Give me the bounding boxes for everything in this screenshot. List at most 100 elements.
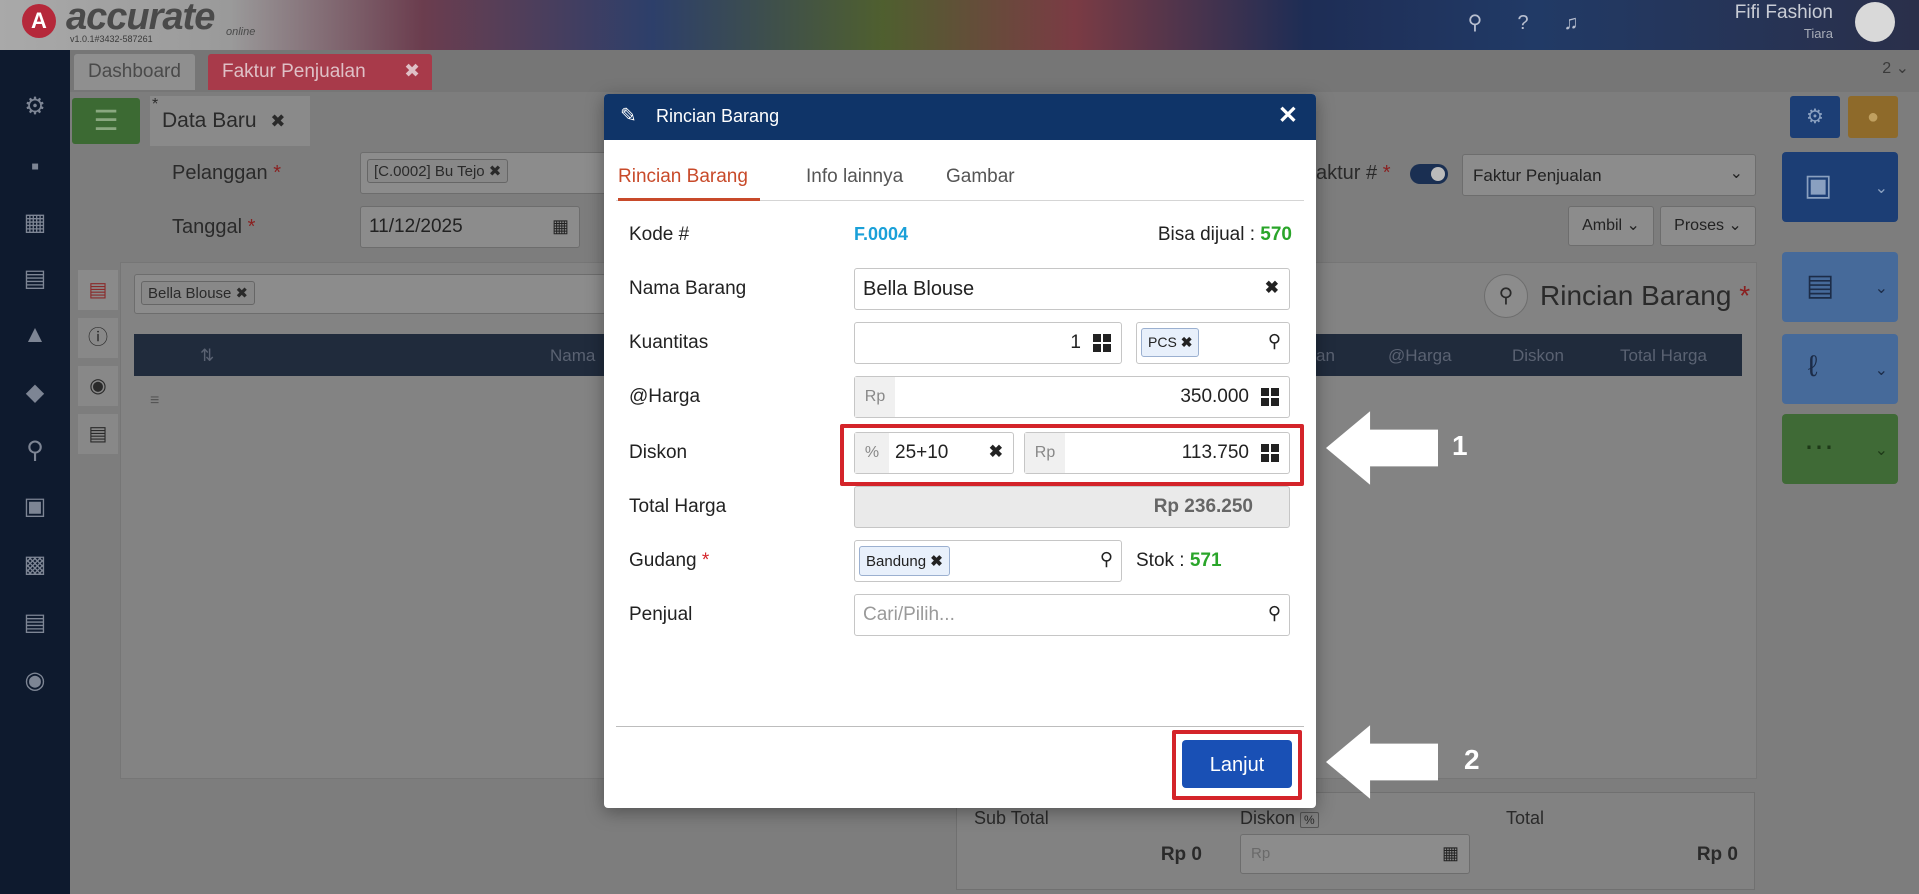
building-icon[interactable]: ▦: [18, 206, 52, 240]
calculator-icon[interactable]: [1093, 334, 1111, 352]
clear-icon[interactable]: ✖: [989, 442, 1003, 462]
subtotal-value: Rp 0: [1160, 844, 1202, 865]
cart-icon[interactable]: ⚲: [18, 434, 52, 468]
document-button[interactable]: ▤ ⌄: [1782, 252, 1898, 322]
money-bag-icon[interactable]: ◆: [18, 376, 52, 410]
user-name: Tiara: [1803, 26, 1833, 41]
tanggal-label: Tanggal *: [172, 216, 256, 238]
subtab-data-baru[interactable]: * Data Baru ✖: [150, 96, 310, 146]
total-value: Rp 0: [1696, 844, 1738, 865]
column-harga[interactable]: @Harga: [1388, 346, 1452, 366]
calendar-icon[interactable]: ▦: [552, 216, 569, 237]
attachment-button[interactable]: ℓ ⌄: [1782, 334, 1898, 404]
nama-barang-input[interactable]: Bella Blouse ✖: [854, 268, 1290, 310]
close-tab-icon[interactable]: ✖: [404, 54, 420, 90]
column-nama[interactable]: Nama: [550, 346, 595, 366]
item-chip[interactable]: Bella Blouse ✖: [141, 281, 256, 305]
pin-button[interactable]: ●: [1848, 96, 1898, 138]
diskon-rp-value: 113.750: [1181, 442, 1249, 463]
column-satuan[interactable]: an: [1316, 346, 1335, 366]
institution-icon[interactable]: ▲: [18, 318, 52, 352]
gudang-label: Gudang *: [629, 550, 710, 571]
column-diskon[interactable]: Diskon: [1512, 346, 1564, 366]
penjual-input[interactable]: Cari/Pilih... ⚲: [854, 594, 1290, 636]
document-tab-icon[interactable]: ▤: [78, 270, 118, 310]
help-icon[interactable]: ?: [1510, 10, 1536, 36]
diskon-rp-input[interactable]: Rp 113.750: [1024, 432, 1290, 474]
search-icon[interactable]: ⚲: [1268, 603, 1281, 624]
inventory-icon[interactable]: ▩: [18, 548, 52, 582]
list-menu-button[interactable]: ☰: [72, 98, 140, 144]
faktur-type-select[interactable]: Faktur Penjualan ⌄: [1462, 154, 1756, 196]
settings-button[interactable]: ⚙: [1790, 96, 1840, 138]
close-subtab-icon[interactable]: ✖: [270, 111, 285, 131]
search-icon[interactable]: ⚲: [1462, 10, 1488, 36]
calculator-icon[interactable]: [1261, 444, 1279, 462]
search-icon[interactable]: ⚲: [1100, 549, 1113, 570]
avatar[interactable]: [1855, 2, 1895, 42]
active-tab-indicator: [618, 198, 760, 201]
faktur-label: aktur # *: [1316, 162, 1391, 184]
tab-gambar[interactable]: Gambar: [946, 166, 1015, 188]
kuantitas-value: 1: [1070, 332, 1081, 353]
close-icon[interactable]: ✕: [1278, 102, 1298, 130]
search-icon[interactable]: ⚲: [1484, 274, 1528, 318]
gudang-chip[interactable]: Bandung ✖: [859, 546, 950, 576]
search-icon[interactable]: ⚲: [1268, 331, 1281, 352]
bell-icon[interactable]: ♫: [1558, 10, 1584, 36]
ambil-button[interactable]: Ambil ⌄: [1568, 206, 1654, 246]
pelanggan-label: Pelanggan *: [172, 162, 282, 184]
info-icon[interactable]: ⓘ: [78, 318, 118, 358]
penjual-label: Penjual: [629, 604, 693, 625]
subtab-label: Data Baru: [162, 109, 257, 132]
purchase-icon[interactable]: ▣: [18, 490, 52, 524]
kuantitas-label: Kuantitas: [629, 332, 709, 353]
diskon-percent-input[interactable]: % 25+10 ✖: [854, 432, 1014, 474]
report-icon[interactable]: ◉: [18, 664, 52, 698]
tab-faktur-label: Faktur Penjualan: [222, 61, 366, 82]
unit-select[interactable]: PCS ✖ ⚲: [1136, 322, 1290, 364]
kuantitas-input[interactable]: 1: [854, 322, 1122, 364]
unit-chip[interactable]: PCS ✖: [1141, 328, 1200, 357]
pelanggan-chip[interactable]: [C.0002] Bu Tejo ✖: [367, 159, 509, 183]
bank-icon[interactable]: ▪: [18, 150, 52, 184]
sort-icon[interactable]: ⇅: [200, 346, 214, 366]
save-button[interactable]: ▣ ⌄: [1782, 152, 1898, 222]
total-label: Total: [1506, 808, 1545, 828]
faktur-toggle[interactable]: [1410, 164, 1448, 184]
tab-rincian-barang[interactable]: Rincian Barang: [618, 166, 748, 188]
column-total-harga[interactable]: Total Harga: [1620, 346, 1707, 366]
calculator-icon[interactable]: ▦: [1442, 843, 1459, 864]
settings-icon[interactable]: ⚙: [18, 90, 52, 124]
harga-value: 350.000: [1180, 386, 1249, 407]
more-button[interactable]: ⋯ ⌄: [1782, 414, 1898, 484]
penjual-placeholder: Cari/Pilih...: [863, 604, 955, 625]
harga-label: @Harga: [629, 386, 701, 407]
user-lock-icon[interactable]: ◉: [78, 366, 118, 406]
tab-count[interactable]: 2 ⌄: [1882, 58, 1909, 78]
clear-icon[interactable]: ✖: [1265, 278, 1279, 298]
tab-dashboard[interactable]: Dashboard: [74, 54, 195, 90]
tax-report-icon[interactable]: ▤: [18, 606, 52, 640]
proses-button[interactable]: Proses ⌄: [1660, 206, 1756, 246]
tanggal-field[interactable]: 11/12/2025 ▦: [360, 206, 580, 248]
diskon-rp-prefix: Rp: [1025, 433, 1065, 473]
total-harga-label: Total Harga: [629, 496, 727, 517]
kode-value[interactable]: F.0004: [854, 224, 908, 245]
lanjut-button[interactable]: Lanjut: [1182, 740, 1292, 788]
row-handle-icon[interactable]: ≡: [150, 392, 159, 410]
ledger-icon[interactable]: ▤: [18, 262, 52, 296]
totals-diskon-field[interactable]: Rp ▦: [1240, 834, 1470, 874]
calculator-icon[interactable]: [1261, 388, 1279, 406]
gudang-select[interactable]: Bandung ✖ ⚲: [854, 540, 1122, 582]
tasks-icon[interactable]: ▤: [78, 414, 118, 454]
company-name[interactable]: Fifi Fashion: [1735, 2, 1833, 24]
tab-faktur-penjualan[interactable]: Faktur Penjualan ✖: [208, 54, 432, 90]
arrow-1-icon: [1326, 411, 1438, 485]
tab-info-lainnya[interactable]: Info lainnya: [806, 166, 903, 188]
unsaved-marker: *: [152, 96, 159, 113]
item-search-field[interactable]: Bella Blouse ✖: [134, 274, 606, 314]
bisa-dijual: Bisa dijual : 570: [1157, 224, 1292, 245]
harga-input[interactable]: Rp 350.000: [854, 376, 1290, 418]
diskon-percent-value: 25+10: [895, 442, 949, 463]
